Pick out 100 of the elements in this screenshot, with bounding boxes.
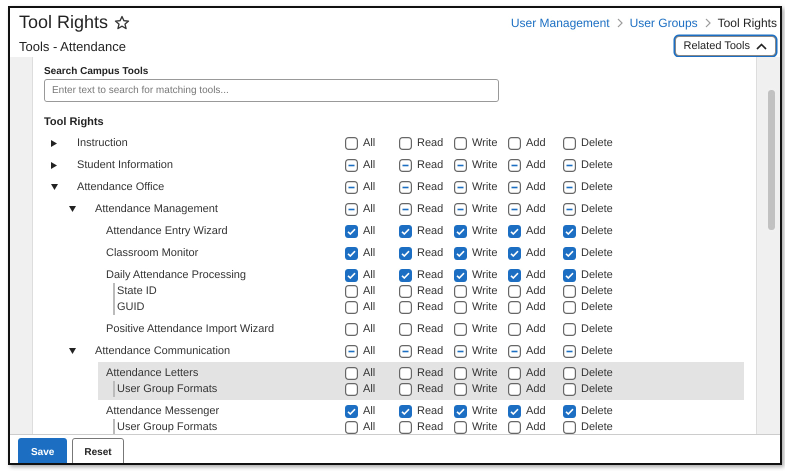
checkbox[interactable] (399, 224, 412, 238)
checkbox[interactable] (563, 284, 576, 298)
checkbox[interactable] (454, 344, 467, 358)
checkbox[interactable] (345, 246, 358, 260)
checkbox[interactable] (399, 420, 412, 434)
checkbox[interactable] (508, 268, 521, 282)
checkbox[interactable] (508, 158, 521, 172)
related-tools-button[interactable]: Related Tools (674, 36, 776, 56)
checkbox[interactable] (508, 246, 521, 260)
search-field[interactable]: Enter text to search for matching tools... (44, 79, 499, 102)
checkbox[interactable] (454, 180, 467, 194)
tool-name[interactable]: Positive Attendance Import Wizard (98, 323, 345, 335)
expanded-arrow-icon[interactable] (69, 206, 76, 212)
checkbox[interactable] (399, 180, 412, 194)
checkbox[interactable] (345, 382, 358, 396)
checkbox[interactable] (563, 268, 576, 282)
collapsed-arrow-icon[interactable] (51, 140, 58, 146)
checkbox[interactable] (454, 202, 467, 216)
checkbox[interactable] (508, 344, 521, 358)
checkbox[interactable] (563, 202, 576, 216)
checkbox[interactable] (563, 404, 576, 418)
checkbox[interactable] (563, 246, 576, 260)
checkbox[interactable] (345, 284, 358, 298)
tool-name[interactable]: Attendance Messenger (98, 405, 345, 417)
checkbox[interactable] (345, 224, 358, 238)
checkbox[interactable] (563, 158, 576, 172)
checkbox[interactable] (345, 202, 358, 216)
checkbox[interactable] (345, 136, 358, 150)
tool-group-name[interactable]: Attendance Communication (95, 345, 230, 357)
checkbox[interactable] (508, 366, 521, 380)
checkbox[interactable] (508, 420, 521, 434)
checkbox[interactable] (399, 284, 412, 298)
checkbox[interactable] (399, 158, 412, 172)
checkbox[interactable] (399, 344, 412, 358)
checkbox[interactable] (345, 322, 358, 336)
checkbox[interactable] (508, 136, 521, 150)
checkbox[interactable] (399, 382, 412, 396)
checkbox[interactable] (563, 366, 576, 380)
checkbox[interactable] (508, 180, 521, 194)
checkbox[interactable] (345, 420, 358, 434)
checkbox[interactable] (563, 420, 576, 434)
checkbox[interactable] (454, 300, 467, 314)
checkbox[interactable] (508, 284, 521, 298)
breadcrumb-link[interactable]: User Management (510, 16, 610, 30)
checkbox[interactable] (454, 268, 467, 282)
tool-group-name[interactable]: Attendance Office (77, 181, 164, 193)
sub-tool-name[interactable]: GUID (117, 301, 144, 313)
checkbox[interactable] (345, 404, 358, 418)
tool-name[interactable]: Daily Attendance Processing (98, 269, 345, 281)
checkbox[interactable] (454, 366, 467, 380)
checkbox[interactable] (345, 300, 358, 314)
checkbox[interactable] (399, 268, 412, 282)
checkbox[interactable] (563, 382, 576, 396)
tool-name[interactable]: Attendance Entry Wizard (98, 225, 345, 237)
checkbox[interactable] (399, 404, 412, 418)
checkbox[interactable] (563, 224, 576, 238)
star-icon[interactable] (114, 14, 130, 30)
checkbox[interactable] (454, 136, 467, 150)
tool-group-name[interactable]: Student Information (77, 159, 174, 171)
checkbox[interactable] (454, 158, 467, 172)
checkbox[interactable] (563, 322, 576, 336)
checkbox[interactable] (454, 420, 467, 434)
checkbox[interactable] (399, 300, 412, 314)
collapsed-arrow-icon[interactable] (51, 162, 58, 168)
checkbox[interactable] (454, 382, 467, 396)
save-button[interactable]: Save (18, 438, 68, 463)
checkbox[interactable] (345, 268, 358, 282)
expanded-arrow-icon[interactable] (51, 184, 58, 190)
breadcrumb-link[interactable]: User Groups (630, 16, 698, 30)
checkbox[interactable] (345, 366, 358, 380)
tool-group-name[interactable]: Instruction (77, 137, 128, 149)
reset-button[interactable]: Reset (72, 438, 124, 463)
checkbox[interactable] (345, 180, 358, 194)
tool-name[interactable]: Classroom Monitor (98, 247, 345, 259)
checkbox[interactable] (399, 136, 412, 150)
checkbox[interactable] (399, 246, 412, 260)
checkbox[interactable] (454, 246, 467, 260)
checkbox[interactable] (345, 158, 358, 172)
checkbox[interactable] (563, 180, 576, 194)
checkbox[interactable] (454, 404, 467, 418)
checkbox[interactable] (508, 322, 521, 336)
checkbox[interactable] (563, 344, 576, 358)
checkbox[interactable] (508, 300, 521, 314)
checkbox[interactable] (508, 224, 521, 238)
sub-tool-name[interactable]: User Group Formats (117, 383, 218, 395)
tool-name[interactable]: Attendance Letters (98, 367, 345, 379)
checkbox[interactable] (563, 300, 576, 314)
checkbox[interactable] (399, 202, 412, 216)
checkbox[interactable] (454, 322, 467, 336)
checkbox[interactable] (563, 136, 576, 150)
checkbox[interactable] (508, 202, 521, 216)
checkbox[interactable] (345, 344, 358, 358)
checkbox[interactable] (399, 366, 412, 380)
checkbox[interactable] (399, 322, 412, 336)
sub-tool-name[interactable]: User Group Formats (117, 421, 218, 433)
tool-group-name[interactable]: Attendance Management (95, 203, 218, 215)
expanded-arrow-icon[interactable] (69, 348, 76, 354)
checkbox[interactable] (508, 382, 521, 396)
checkbox[interactable] (454, 224, 467, 238)
checkbox[interactable] (508, 404, 521, 418)
